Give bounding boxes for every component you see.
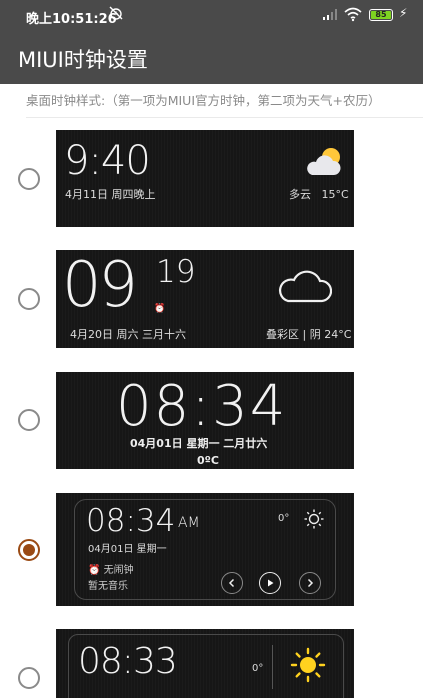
style-1-radio[interactable] bbox=[18, 168, 40, 190]
style-3-date: 04月01日 星期一 二月廿六 bbox=[130, 437, 268, 450]
sun-outline-icon bbox=[304, 509, 324, 533]
style-5-temp: 0° bbox=[252, 663, 264, 674]
style-2-card[interactable]: 09 19 ⏰ 4月20日 周六 三月十六 叠彩区 | 阴 24°C bbox=[56, 250, 354, 348]
status-bar: 晚上10:51:26 85 ⚡ bbox=[0, 0, 423, 32]
style-3-radio[interactable] bbox=[18, 409, 40, 431]
partly-cloudy-icon bbox=[304, 145, 344, 183]
separator bbox=[272, 645, 273, 689]
page-title: MIUI时钟设置 bbox=[18, 48, 148, 72]
cloud-icon bbox=[278, 264, 333, 310]
signal-icon bbox=[322, 9, 338, 25]
charging-icon: ⚡ bbox=[399, 6, 408, 20]
style-4-time: 08:34 bbox=[86, 503, 176, 539]
style-4-no-alarm: 无闹钟 bbox=[103, 565, 134, 576]
alarm-icon: ⏰ bbox=[154, 304, 166, 314]
play-button[interactable] bbox=[259, 572, 281, 594]
style-1-weather: 多云 bbox=[289, 188, 311, 201]
style-3-temp: 0ºC bbox=[197, 454, 219, 467]
app-bar: MIUI时钟设置 bbox=[0, 32, 423, 84]
style-2-location-weather: 叠彩区 | 阴 24°C bbox=[266, 328, 352, 341]
style-3-time: 08:34 bbox=[116, 374, 288, 439]
style-1-time: 9:40 bbox=[64, 138, 151, 184]
battery-icon: 85 bbox=[369, 9, 393, 21]
chevron-left-icon bbox=[228, 578, 235, 588]
battery-level: 85 bbox=[371, 11, 391, 19]
wifi-icon bbox=[344, 6, 362, 26]
style-5-radio[interactable] bbox=[18, 667, 40, 689]
section-subtitle: 桌面时钟样式:（第一项为MIUI官方时钟，第二项为天气+农历） bbox=[26, 93, 381, 108]
chevron-right-icon bbox=[307, 578, 314, 588]
style-2-hour: 09 bbox=[62, 250, 138, 321]
style-2-date: 4月20日 周六 三月十六 bbox=[70, 328, 186, 341]
style-3-card[interactable]: 08:34 04月01日 星期一 二月廿六 0ºC bbox=[56, 372, 354, 469]
style-1-card[interactable]: 9:40 4月11日 周四晚上 多云 15°C bbox=[56, 130, 354, 227]
next-track-button[interactable] bbox=[299, 572, 321, 594]
style-4-date: 04月01日 星期一 bbox=[88, 544, 167, 555]
style-5-time: 08:33 bbox=[78, 641, 178, 682]
style-2-minute: 19 bbox=[156, 254, 196, 290]
style-4-ampm: AM bbox=[178, 515, 200, 531]
style-4-radio[interactable] bbox=[18, 539, 40, 561]
style-4-temp: 0° bbox=[278, 513, 290, 524]
radio-selected-dot bbox=[23, 544, 35, 556]
style-1-date: 4月11日 周四晚上 bbox=[65, 188, 156, 201]
alarm-icon: ⏰ bbox=[88, 565, 101, 576]
style-4-card[interactable]: 08:34 AM 0° 04月01日 星期一 ⏰ 无闹钟 暂无音乐 bbox=[56, 493, 354, 606]
status-time: 晚上10:51:26 bbox=[26, 12, 117, 27]
style-4-no-music: 暂无音乐 bbox=[88, 581, 128, 592]
previous-track-button[interactable] bbox=[221, 572, 243, 594]
play-icon bbox=[268, 579, 274, 587]
style-5-card[interactable]: 08:33 0° bbox=[56, 629, 354, 698]
style-2-radio[interactable] bbox=[18, 288, 40, 310]
alarm-off-icon bbox=[108, 5, 124, 25]
style-1-temp: 15°C bbox=[321, 188, 349, 201]
divider bbox=[26, 117, 423, 118]
sun-icon bbox=[290, 647, 326, 687]
